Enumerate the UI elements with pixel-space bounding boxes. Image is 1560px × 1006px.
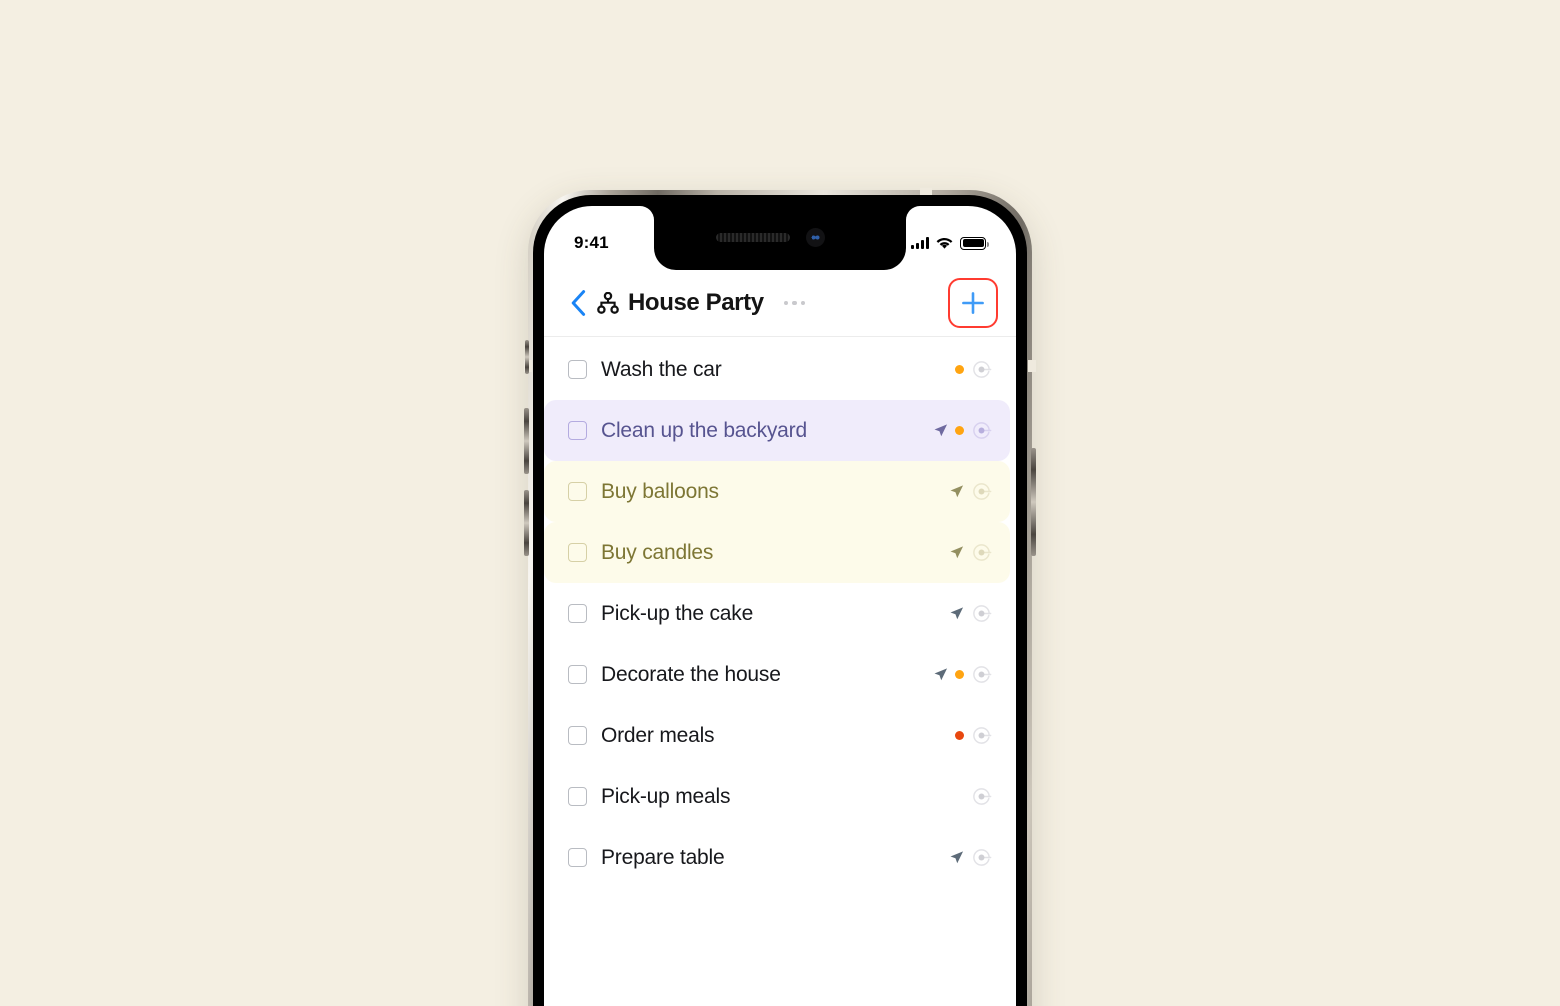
task-row[interactable]: Pick-up meals xyxy=(544,766,1010,827)
task-row[interactable]: Order meals xyxy=(544,705,1010,766)
task-label: Prepare table xyxy=(601,845,725,869)
priority-dot-orange xyxy=(955,670,964,679)
battery-full-icon xyxy=(960,236,989,250)
task-row-indicators xyxy=(933,420,992,441)
task-row[interactable]: Buy candles xyxy=(544,522,1010,583)
task-checkbox[interactable] xyxy=(568,665,587,684)
back-button[interactable] xyxy=(561,283,595,323)
task-checkbox[interactable] xyxy=(568,787,587,806)
task-row-indicators xyxy=(949,481,992,502)
priority-dot-orange xyxy=(955,426,964,435)
task-row-indicators xyxy=(949,603,992,624)
task-checkbox[interactable] xyxy=(568,726,587,745)
project-hierarchy-icon xyxy=(597,292,619,314)
task-checkbox[interactable] xyxy=(568,543,587,562)
navigation-arrow-icon xyxy=(950,485,964,498)
timer-progress-icon[interactable] xyxy=(971,542,992,563)
task-label: Buy balloons xyxy=(601,479,719,503)
timer-progress-icon[interactable] xyxy=(971,359,992,380)
timer-progress-icon[interactable] xyxy=(971,725,992,746)
phone-body: 9:41 House Party Wash the car Clean up t… xyxy=(533,195,1027,1006)
priority-dot-orange xyxy=(955,365,964,374)
volume-up-button[interactable] xyxy=(524,408,529,474)
task-row[interactable]: Pick-up the cake xyxy=(544,583,1010,644)
cellular-signal-icon xyxy=(911,237,929,249)
status-bar-time: 9:41 xyxy=(574,233,609,252)
timer-progress-icon[interactable] xyxy=(971,786,992,807)
task-row-indicators xyxy=(949,847,992,868)
task-checkbox[interactable] xyxy=(568,360,587,379)
navigation-arrow-icon xyxy=(950,607,964,620)
silent-switch-button[interactable] xyxy=(525,340,529,374)
task-row-indicators xyxy=(955,725,992,746)
plus-icon xyxy=(962,292,984,314)
navigation-arrow-icon xyxy=(934,424,948,437)
power-button[interactable] xyxy=(1031,448,1036,556)
task-row[interactable]: Wash the car xyxy=(544,339,1010,400)
phone-device-frame: 9:41 House Party Wash the car Clean up t… xyxy=(524,188,1036,1006)
task-row[interactable]: Prepare table xyxy=(544,827,1010,888)
task-label: Decorate the house xyxy=(601,662,781,686)
navigation-arrow-icon xyxy=(950,546,964,559)
add-task-button[interactable] xyxy=(948,278,998,328)
status-bar: 9:41 xyxy=(544,206,1016,270)
timer-progress-icon[interactable] xyxy=(971,847,992,868)
task-row[interactable]: Clean up the backyard xyxy=(544,400,1010,461)
task-checkbox[interactable] xyxy=(568,421,587,440)
priority-dot-red xyxy=(955,731,964,740)
timer-progress-icon[interactable] xyxy=(971,420,992,441)
timer-progress-icon[interactable] xyxy=(971,603,992,624)
task-row[interactable]: Decorate the house xyxy=(544,644,1010,705)
task-label: Clean up the backyard xyxy=(601,418,807,442)
app-header: House Party xyxy=(544,270,1016,337)
more-dot xyxy=(792,300,797,306)
task-row[interactable]: Buy balloons xyxy=(544,461,1010,522)
chevron-left-icon xyxy=(571,290,585,316)
task-label: Pick-up meals xyxy=(601,784,731,808)
page-title: House Party xyxy=(628,289,764,316)
task-label: Order meals xyxy=(601,723,715,747)
task-list: Wash the car Clean up the backyard Buy bal… xyxy=(544,337,1016,1006)
more-options-button[interactable] xyxy=(782,293,808,314)
navigation-arrow-icon xyxy=(934,668,948,681)
more-dot xyxy=(800,300,806,306)
task-checkbox[interactable] xyxy=(568,604,587,623)
antenna-band-right xyxy=(1028,360,1036,372)
phone-screen: 9:41 House Party Wash the car Clean up t… xyxy=(544,206,1016,1006)
header-title-group: House Party xyxy=(597,289,764,317)
navigation-arrow-icon xyxy=(950,851,964,864)
task-row-indicators xyxy=(949,542,992,563)
more-dot xyxy=(783,300,789,306)
task-label: Buy candles xyxy=(601,540,714,564)
task-checkbox[interactable] xyxy=(568,848,587,867)
task-label: Pick-up the cake xyxy=(601,601,754,625)
volume-down-button[interactable] xyxy=(524,490,529,556)
status-bar-indicators xyxy=(911,227,989,250)
wifi-icon xyxy=(936,237,953,249)
task-row-indicators xyxy=(955,359,992,380)
task-row-indicators xyxy=(933,664,992,685)
task-checkbox[interactable] xyxy=(568,482,587,501)
timer-progress-icon[interactable] xyxy=(971,664,992,685)
task-row-indicators xyxy=(971,786,992,807)
task-label: Wash the car xyxy=(601,357,722,381)
timer-progress-icon[interactable] xyxy=(971,481,992,502)
